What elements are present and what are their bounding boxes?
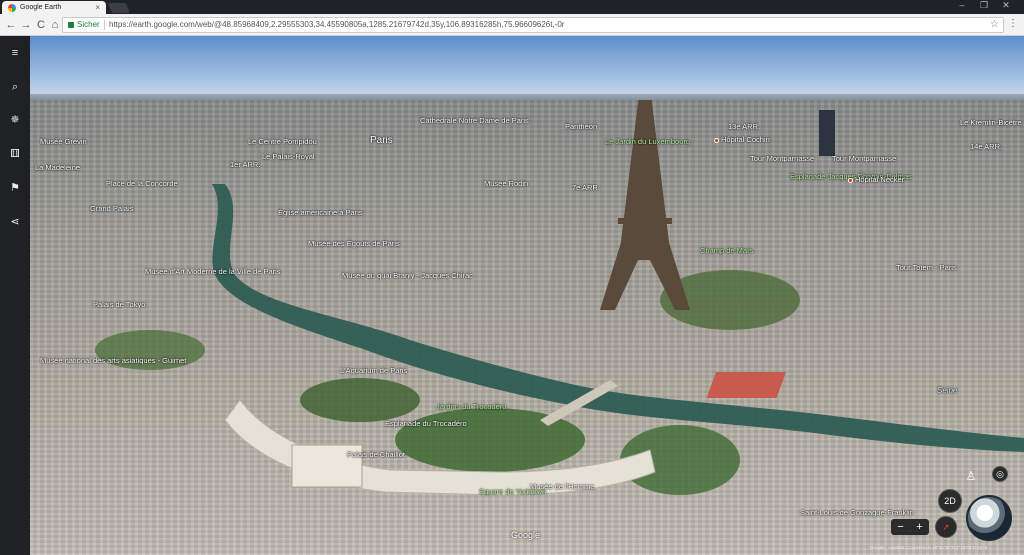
zoom-in-button[interactable]: + — [910, 519, 929, 535]
tab-close-icon[interactable]: × — [95, 1, 100, 14]
browser-toolbar: ← → C ⌂ Sicher https://earth.google.com/… — [0, 14, 1024, 36]
sports-field — [706, 372, 787, 398]
bookmark-star-icon[interactable]: ☆ — [990, 18, 999, 32]
my-location-icon[interactable]: ◎ — [992, 466, 1008, 482]
map-label[interactable]: Tour Totem - Paris — [896, 263, 957, 272]
map-label[interactable]: Église américaine à Paris — [278, 208, 363, 217]
home-icon[interactable]: ⌂ — [48, 18, 62, 32]
back-icon[interactable]: ← — [4, 18, 18, 32]
map-label[interactable]: Palais de Chaillot — [347, 450, 405, 459]
attribution-text: Google · Landsat / Copernicus 48°51'31"N… — [870, 545, 988, 550]
map-label[interactable]: Saint-Louis de Gonzague-Franklin — [800, 508, 914, 517]
google-watermark: Google — [511, 530, 541, 540]
map-label[interactable]: Musée du quai Branly - Jacques Chirac — [342, 271, 473, 280]
map-label[interactable]: Tour Montparnasse — [750, 154, 814, 163]
feeling-lucky-dice-icon[interactable]: ⚅ — [6, 145, 24, 163]
google-earth-favicon-icon — [8, 4, 16, 12]
view-toggle-2d-button[interactable]: 2D — [938, 489, 962, 513]
forward-icon[interactable]: → — [19, 18, 33, 32]
search-icon[interactable]: ⌕ — [6, 78, 24, 96]
map-label[interactable]: La Madeleine — [35, 163, 80, 172]
map-label[interactable]: Grand Palais — [90, 204, 133, 213]
new-tab-button[interactable] — [108, 3, 130, 13]
minimize-icon[interactable]: – — [953, 0, 971, 12]
eiffel-tower — [600, 100, 690, 310]
address-separator — [104, 20, 105, 30]
map-label[interactable]: Musée Rodin — [484, 179, 528, 188]
hospital-pin-icon — [714, 137, 719, 143]
url-text[interactable]: https://earth.google.com/web/@48.8596840… — [109, 18, 564, 32]
map-label[interactable]: 1er ARR. — [230, 160, 260, 169]
pegman-icon[interactable]: ♙ — [964, 468, 978, 486]
map-label[interactable]: Palais de Tokyo — [93, 300, 145, 309]
map-label-city[interactable]: Paris — [370, 135, 393, 146]
map-label[interactable]: Musée des Égouts de Paris — [308, 239, 400, 248]
map-label[interactable]: Hôpital Necker — [848, 175, 904, 184]
map-label[interactable]: Esplanade du Trocadéro — [385, 419, 467, 428]
zoom-out-button[interactable]: − — [891, 519, 910, 535]
map-label[interactable]: 7e ARR. — [572, 183, 600, 192]
map-label[interactable]: Le Kremlin-Bicêtre — [960, 118, 1022, 127]
compass-icon[interactable]: ➚ — [935, 516, 957, 538]
map-label[interactable]: Musée d'Art Moderne de la Ville de Paris — [145, 267, 281, 276]
sky — [30, 36, 1024, 98]
map-label[interactable]: 14e ARR. — [970, 142, 1002, 151]
map-label[interactable]: Le Palais-Royal — [262, 152, 315, 161]
browser-menu-icon[interactable]: ⋮ — [1008, 18, 1018, 29]
map-label[interactable]: Musée Grévin — [40, 137, 87, 146]
hospital-pin-icon — [848, 177, 853, 183]
map-label[interactable]: Tour Montparnasse — [832, 154, 896, 163]
map-label[interactable]: Place de la Concorde — [106, 179, 178, 188]
map-label-river[interactable]: Seine — [937, 386, 957, 395]
zoom-control: − + — [891, 519, 929, 535]
map-label[interactable]: Champ de Mars — [700, 246, 753, 255]
maximize-icon[interactable]: ❐ — [975, 0, 993, 12]
map-label[interactable]: Musée national des arts asiatiques - Gui… — [40, 356, 186, 365]
voyager-icon[interactable]: ✵ — [6, 111, 24, 129]
tab-title: Google Earth — [20, 4, 62, 11]
map-label[interactable]: Le Centre Pompidou — [248, 137, 317, 146]
menu-icon[interactable]: ≡ — [6, 44, 24, 62]
map-label[interactable]: Musée de l'Homme — [530, 482, 594, 491]
window-close-icon[interactable]: ✕ — [997, 0, 1015, 12]
map-label[interactable]: 13e ARR. — [728, 122, 760, 131]
left-rail: ≡ ⌕ ✵ ⚅ ⚑ ⋖ — [0, 36, 30, 555]
address-bar[interactable]: Sicher https://earth.google.com/web/@48.… — [62, 17, 1004, 33]
tab-strip: Google Earth × – ❐ ✕ — [0, 0, 1024, 14]
map-label[interactable]: Jardins du Trocadéro — [436, 402, 506, 411]
map-label[interactable]: Le Jardin du Luxembourg — [605, 137, 690, 146]
reload-icon[interactable]: C — [34, 18, 48, 32]
bookmark-icon[interactable]: ⚑ — [6, 179, 24, 197]
tab-google-earth[interactable]: Google Earth × — [2, 1, 106, 14]
map-label[interactable]: L'Aquarium de Paris — [340, 366, 407, 375]
earth-3d-viewport[interactable]: Cathédrale Notre Dame de Paris Panthéon … — [0, 36, 1024, 555]
tree-belt — [300, 378, 420, 422]
secure-label: Sicher — [77, 20, 100, 29]
tour-montparnasse — [819, 110, 835, 156]
lock-icon — [68, 22, 74, 28]
map-label[interactable]: Hôpital Cochin — [714, 135, 770, 144]
map-label[interactable]: Cathédrale Notre Dame de Paris — [420, 116, 529, 125]
globe-icon[interactable] — [966, 495, 1012, 541]
share-icon[interactable]: ⋖ — [6, 213, 24, 231]
map-label[interactable]: Panthéon — [565, 122, 597, 131]
